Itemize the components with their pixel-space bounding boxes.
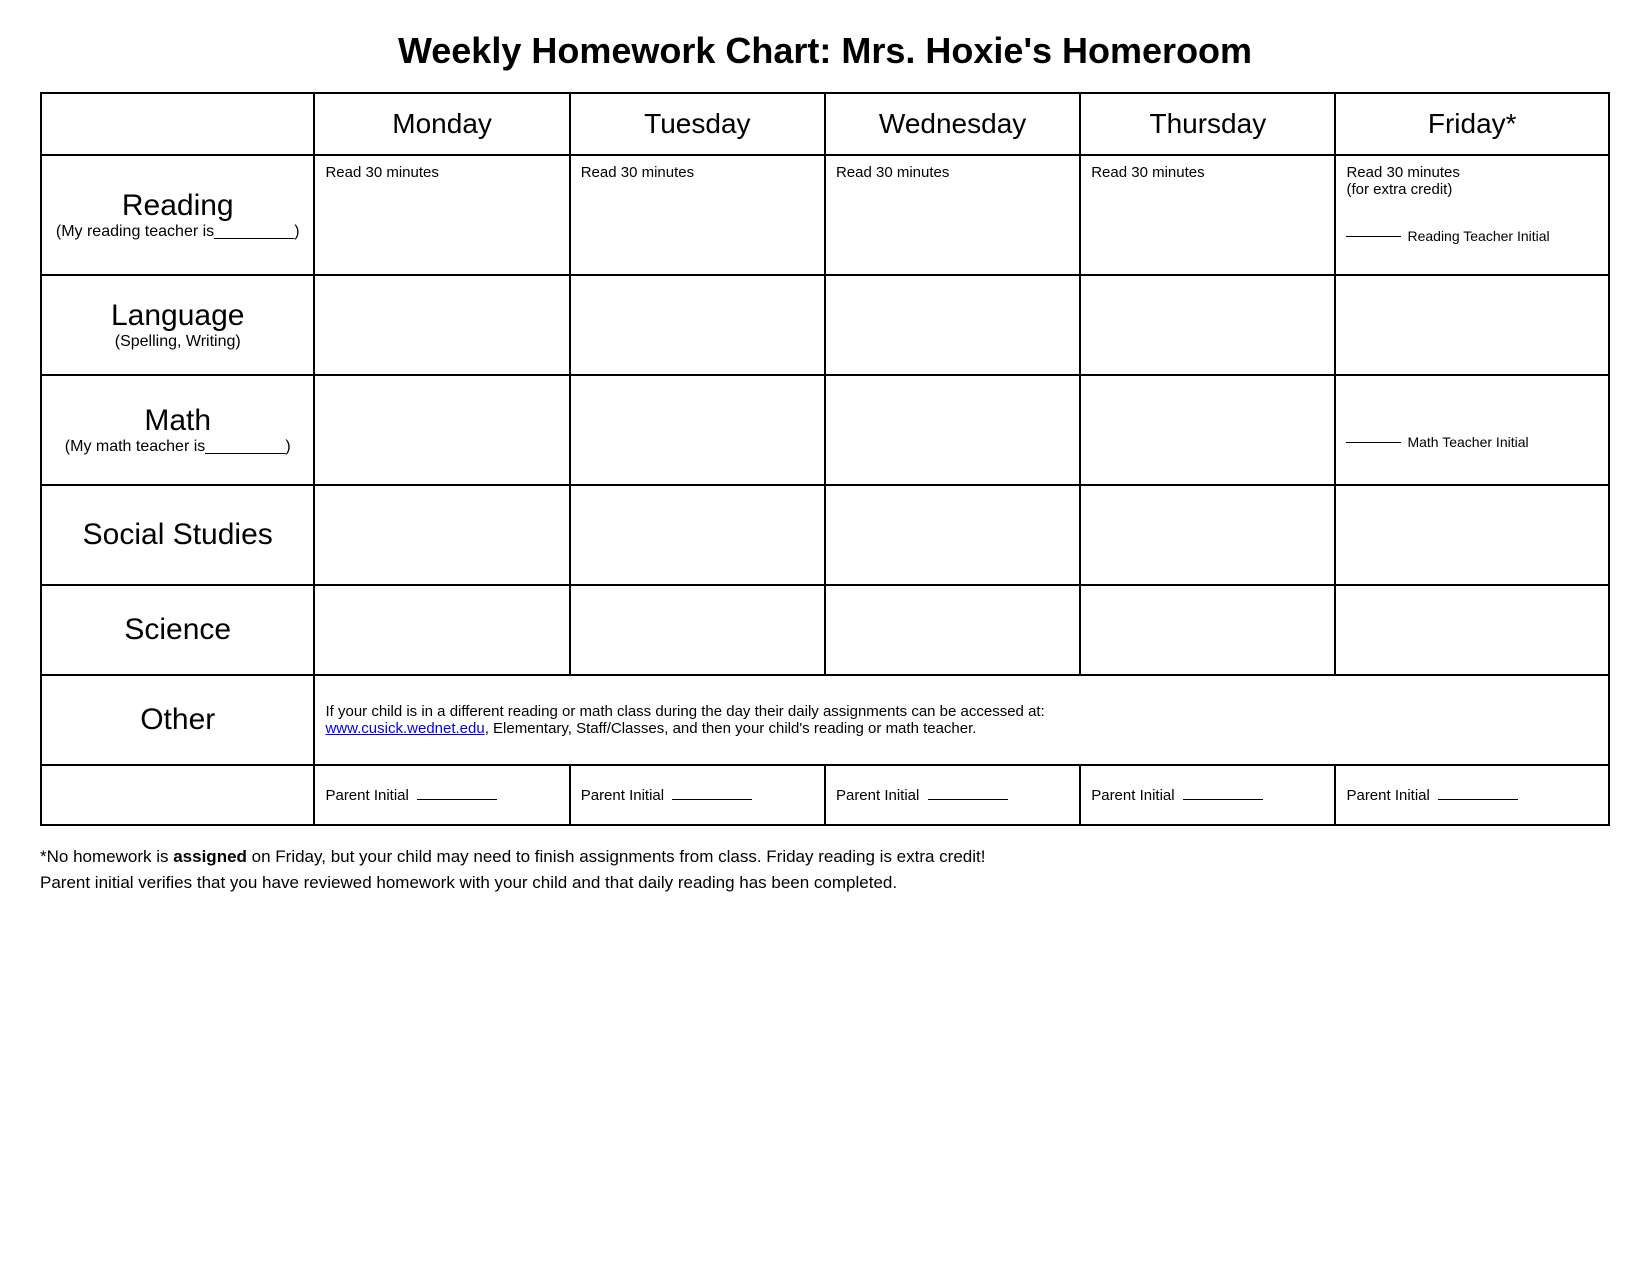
other-text-before-link: If your child is in a different reading … bbox=[325, 703, 1044, 720]
table-row-science: Science bbox=[41, 585, 1609, 675]
subject-science-label: Science bbox=[50, 613, 305, 647]
other-content: If your child is in a different reading … bbox=[314, 675, 1609, 765]
subject-reading: Reading (My reading teacher is_________) bbox=[41, 155, 314, 275]
header-tuesday: Tuesday bbox=[570, 93, 825, 155]
parent-initial-tuesday-label: Parent Initial bbox=[581, 787, 664, 804]
math-thursday bbox=[1080, 375, 1335, 485]
footer-text-after-bold: on Friday, but your child may need to fi… bbox=[247, 847, 986, 866]
subject-reading-label: Reading bbox=[50, 189, 305, 223]
language-friday bbox=[1335, 275, 1609, 375]
parent-initial-friday-label: Parent Initial bbox=[1346, 787, 1429, 804]
subject-language-sub: (Spelling, Writing) bbox=[50, 333, 305, 351]
subject-math: Math (My math teacher is_________) bbox=[41, 375, 314, 485]
other-text-after-link: , Elementary, Staff/Classes, and then yo… bbox=[485, 720, 977, 737]
footer-bold-text: assigned bbox=[173, 847, 247, 866]
subject-math-label: Math bbox=[50, 404, 305, 438]
parent-initial-tuesday-blank bbox=[672, 799, 752, 800]
table-row-parent-initial: Parent Initial Parent Initial Parent Ini… bbox=[41, 765, 1609, 825]
social-wednesday bbox=[825, 485, 1080, 585]
math-friday: Math Teacher Initial bbox=[1335, 375, 1609, 485]
math-monday bbox=[314, 375, 569, 485]
language-tuesday bbox=[570, 275, 825, 375]
subject-other: Other bbox=[41, 675, 314, 765]
header-thursday: Thursday bbox=[1080, 93, 1335, 155]
science-monday bbox=[314, 585, 569, 675]
reading-friday: Read 30 minutes (for extra credit) Readi… bbox=[1335, 155, 1609, 275]
header-monday: Monday bbox=[314, 93, 569, 155]
parent-initial-thursday: Parent Initial bbox=[1080, 765, 1335, 825]
table-row-other: Other If your child is in a different re… bbox=[41, 675, 1609, 765]
parent-initial-thursday-label: Parent Initial bbox=[1091, 787, 1174, 804]
science-thursday bbox=[1080, 585, 1335, 675]
reading-tuesday: Read 30 minutes bbox=[570, 155, 825, 275]
parent-initial-wednesday: Parent Initial bbox=[825, 765, 1080, 825]
reading-friday-line2: (for extra credit) bbox=[1346, 181, 1452, 198]
page-title: Weekly Homework Chart: Mrs. Hoxie's Home… bbox=[40, 30, 1610, 72]
footer-line2: Parent initial verifies that you have re… bbox=[40, 870, 1610, 896]
language-thursday bbox=[1080, 275, 1335, 375]
parent-initial-empty bbox=[41, 765, 314, 825]
table-row-language: Language (Spelling, Writing) bbox=[41, 275, 1609, 375]
header-friday: Friday* bbox=[1335, 93, 1609, 155]
science-tuesday bbox=[570, 585, 825, 675]
header-wednesday: Wednesday bbox=[825, 93, 1080, 155]
table-row-reading: Reading (My reading teacher is_________)… bbox=[41, 155, 1609, 275]
reading-thursday: Read 30 minutes bbox=[1080, 155, 1335, 275]
reading-teacher-label: Reading Teacher Initial bbox=[1407, 228, 1549, 244]
parent-initial-monday-label: Parent Initial bbox=[325, 787, 408, 804]
parent-initial-wednesday-blank bbox=[928, 799, 1008, 800]
reading-teacher-blank bbox=[1346, 236, 1401, 237]
language-monday bbox=[314, 275, 569, 375]
subject-science: Science bbox=[41, 585, 314, 675]
math-wednesday bbox=[825, 375, 1080, 485]
social-monday bbox=[314, 485, 569, 585]
subject-other-label: Other bbox=[50, 703, 305, 737]
subject-reading-sub: (My reading teacher is_________) bbox=[50, 223, 305, 241]
subject-math-sub: (My math teacher is_________) bbox=[50, 438, 305, 456]
science-wednesday bbox=[825, 585, 1080, 675]
subject-social-studies: Social Studies bbox=[41, 485, 314, 585]
parent-initial-friday: Parent Initial bbox=[1335, 765, 1609, 825]
parent-initial-friday-blank bbox=[1438, 799, 1518, 800]
header-subject bbox=[41, 93, 314, 155]
social-thursday bbox=[1080, 485, 1335, 585]
subject-language-label: Language bbox=[50, 299, 305, 333]
table-row-math: Math (My math teacher is_________) Math … bbox=[41, 375, 1609, 485]
science-friday bbox=[1335, 585, 1609, 675]
reading-friday-line1: Read 30 minutes bbox=[1346, 164, 1459, 181]
language-wednesday bbox=[825, 275, 1080, 375]
reading-monday: Read 30 minutes bbox=[314, 155, 569, 275]
footer-note: *No homework is assigned on Friday, but … bbox=[40, 844, 1610, 895]
parent-initial-wednesday-label: Parent Initial bbox=[836, 787, 919, 804]
other-link[interactable]: www.cusick.wednet.edu bbox=[325, 720, 484, 737]
subject-language: Language (Spelling, Writing) bbox=[41, 275, 314, 375]
parent-initial-thursday-blank bbox=[1183, 799, 1263, 800]
subject-social-studies-label: Social Studies bbox=[50, 518, 305, 552]
social-friday bbox=[1335, 485, 1609, 585]
math-teacher-blank bbox=[1346, 442, 1401, 443]
math-teacher-label: Math Teacher Initial bbox=[1407, 434, 1528, 450]
footer-text-before-bold: *No homework is bbox=[40, 847, 173, 866]
parent-initial-tuesday: Parent Initial bbox=[570, 765, 825, 825]
table-row-social-studies: Social Studies bbox=[41, 485, 1609, 585]
math-tuesday bbox=[570, 375, 825, 485]
parent-initial-monday: Parent Initial bbox=[314, 765, 569, 825]
reading-wednesday: Read 30 minutes bbox=[825, 155, 1080, 275]
social-tuesday bbox=[570, 485, 825, 585]
parent-initial-monday-blank bbox=[417, 799, 497, 800]
